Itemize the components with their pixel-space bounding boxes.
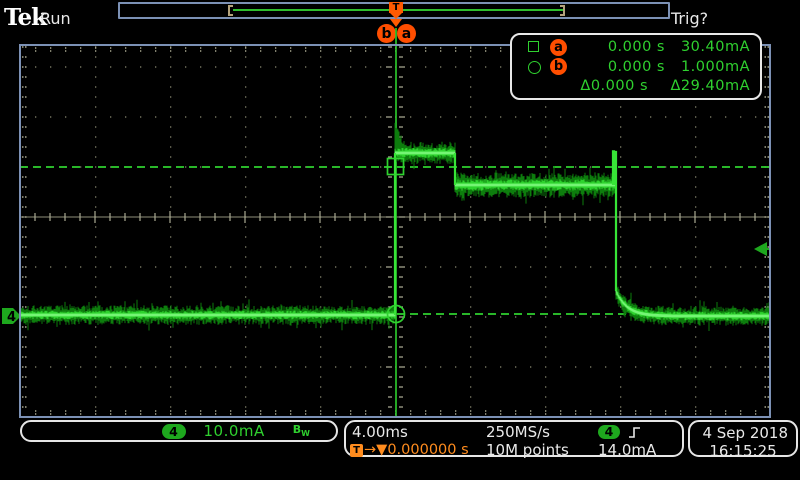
horizontal-scale: 4.00ms xyxy=(350,423,486,441)
record-length: 10M points xyxy=(486,441,598,459)
cursor-delta-time: Δ0.000 s xyxy=(552,78,648,94)
down-triangle-icon: ▼ xyxy=(376,442,387,458)
cursor-b-badge-small: b xyxy=(550,58,567,75)
circle-cursor-icon xyxy=(528,61,543,73)
sample-rate: 250MS/s xyxy=(486,423,598,441)
date-label: 4 Sep 2018 xyxy=(702,424,790,442)
square-cursor-icon xyxy=(528,41,543,53)
channel-4-ground-label: 4 xyxy=(7,310,16,325)
cursor-readout-box[interactable]: a 0.000 s 30.40mA b 0.000 s 1.000mA Δ0.0… xyxy=(510,33,762,100)
trigger-level: 14.0mA xyxy=(598,441,678,459)
cursor-b-time: 0.000 s xyxy=(569,59,665,75)
trigger-delay-value: 0.000000 s xyxy=(387,442,468,458)
channel-readout-box[interactable]: 4 10.0mA BW xyxy=(20,420,338,442)
cursor-b-value: 1.000mA xyxy=(665,59,750,75)
horizontal-trigger-readout-box[interactable]: 4.00ms 250MS/s 4 T→▼0.000000 s 10M point… xyxy=(344,420,684,457)
bandwidth-limit-icon: BW xyxy=(293,423,310,438)
trigger-source-badge: 4 xyxy=(598,425,620,439)
bw-sub-letter: W xyxy=(301,430,310,439)
cursor-b-row: b 0.000 s 1.000mA xyxy=(528,57,750,76)
cursor-a-value: 30.40mA xyxy=(665,39,750,55)
datetime-box[interactable]: 4 Sep 2018 16:15:25 xyxy=(688,420,798,457)
oscilloscope-screen: 4 Tek Run Trig? T b a a 0.000 s 30.40mA … xyxy=(0,0,800,480)
bw-letter: B xyxy=(293,423,301,436)
channel-4-badge: 4 xyxy=(162,424,186,439)
trigger-source-slot: 4 xyxy=(598,425,678,440)
cursor-a-row: a 0.000 s 30.40mA xyxy=(528,38,750,57)
cursor-a-badge-small: a xyxy=(550,39,567,56)
trigger-t-icon: T xyxy=(350,444,363,457)
arrow-right-icon: → xyxy=(364,442,376,458)
time-label: 16:15:25 xyxy=(709,442,776,460)
cursor-delta-row: Δ0.000 s Δ29.40mA xyxy=(528,77,750,96)
channel-scale: 10.0mA xyxy=(204,422,265,440)
rising-edge-icon xyxy=(628,425,643,440)
cursor-delta-value: Δ29.40mA xyxy=(648,78,750,94)
cursor-a-time: 0.000 s xyxy=(569,39,665,55)
trigger-delay-readout: T→▼0.000000 s xyxy=(350,442,486,458)
